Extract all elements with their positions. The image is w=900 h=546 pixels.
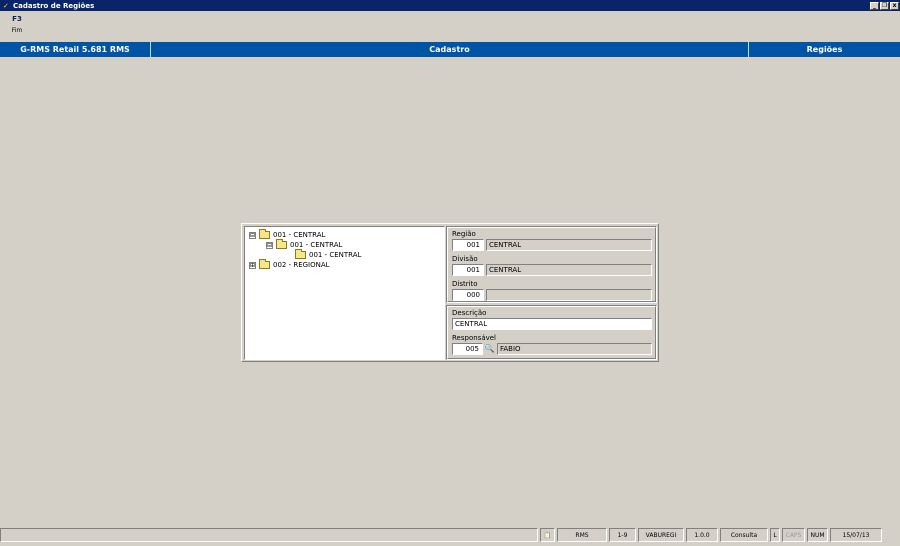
clipboard-icon: 📋	[540, 528, 555, 542]
status-l: L	[770, 528, 780, 542]
responsavel-name-field: FABIO	[497, 343, 652, 355]
folder-open-icon	[276, 239, 287, 249]
tree-node[interactable]: 001 - CENTRAL	[295, 249, 362, 260]
status-company: 1-9	[609, 528, 636, 542]
status-bar: 📋 RMS 1-9 VABUREGI 1.0.0 Consulta L CAPS…	[0, 528, 900, 544]
status-num: NUM	[807, 528, 828, 542]
binoculars-icon[interactable]: 🔍	[483, 343, 496, 355]
shortcut-label: Fim	[11, 27, 23, 34]
distrito-label: Distrito	[452, 280, 478, 288]
tree-node-label: 002 - REGIONAL	[273, 261, 330, 269]
status-date: 15/07/13	[830, 528, 882, 542]
module-header: G-RMS Retail 5.681 RMS Cadastro Regiões	[0, 42, 900, 57]
shortcut-key: F3	[12, 15, 22, 23]
regiao-code-field[interactable]: 001	[452, 239, 484, 251]
status-caps: CAPS	[782, 528, 805, 542]
folder-icon	[295, 249, 306, 259]
responsavel-code-field[interactable]: 005	[452, 343, 483, 355]
tree-node[interactable]: ⊞ 002 - REGIONAL	[249, 259, 330, 270]
status-version: 1.0.0	[686, 528, 718, 542]
tree-node-label: 001 - CENTRAL	[309, 251, 362, 259]
module-name: Cadastro	[151, 42, 749, 57]
divisao-name-field: CENTRAL	[486, 264, 652, 276]
status-system: RMS	[557, 528, 607, 542]
window-title: Cadastro de Regiões	[13, 1, 95, 10]
status-message	[0, 528, 538, 542]
app-icon: ✓	[3, 1, 9, 10]
divisao-label: Divisão	[452, 255, 478, 263]
status-mode: Consulta	[720, 528, 768, 542]
descricao-field[interactable]: CENTRAL	[452, 318, 652, 330]
folder-open-icon	[259, 229, 270, 239]
status-program: VABUREGI	[638, 528, 684, 542]
close-button[interactable]: x	[890, 1, 899, 10]
collapse-icon[interactable]: ⊟	[249, 231, 256, 239]
system-name: G-RMS Retail 5.681 RMS	[0, 42, 151, 57]
distrito-name-field	[486, 289, 652, 301]
main-panel: ⊟ 001 - CENTRAL ⊟ 001 - CENTRAL 001 - CE…	[241, 223, 659, 362]
folder-icon	[259, 259, 270, 269]
tree-node-label: 001 - CENTRAL	[290, 241, 343, 249]
tree-node-label: 001 - CENTRAL	[273, 231, 326, 239]
responsavel-label: Responsável	[452, 334, 496, 342]
regiao-name-field: CENTRAL	[486, 239, 652, 251]
hierarchy-group: Região 001 CENTRAL Divisão 001 CENTRAL D…	[446, 226, 657, 303]
collapse-icon[interactable]: ⊟	[266, 241, 273, 249]
title-bar: ✓ Cadastro de Regiões _ ❐ x	[0, 0, 900, 11]
restore-button[interactable]: ❐	[880, 1, 889, 10]
minimize-button[interactable]: _	[870, 1, 879, 10]
tree-node[interactable]: ⊟ 001 - CENTRAL	[249, 229, 326, 240]
divisao-code-field[interactable]: 001	[452, 264, 484, 276]
expand-icon[interactable]: ⊞	[249, 261, 256, 269]
details-group: Descrição CENTRAL Responsável 005 🔍 FABI…	[446, 305, 657, 360]
distrito-code-field[interactable]: 000	[452, 289, 484, 301]
shortcut-fim[interactable]: F3 Fim	[6, 15, 28, 34]
descricao-label: Descrição	[452, 309, 487, 317]
screen-name: Regiões	[806, 45, 843, 54]
regiao-label: Região	[452, 230, 476, 238]
tree-node[interactable]: ⊟ 001 - CENTRAL	[266, 239, 343, 250]
region-tree[interactable]: ⊟ 001 - CENTRAL ⊟ 001 - CENTRAL 001 - CE…	[244, 226, 445, 360]
